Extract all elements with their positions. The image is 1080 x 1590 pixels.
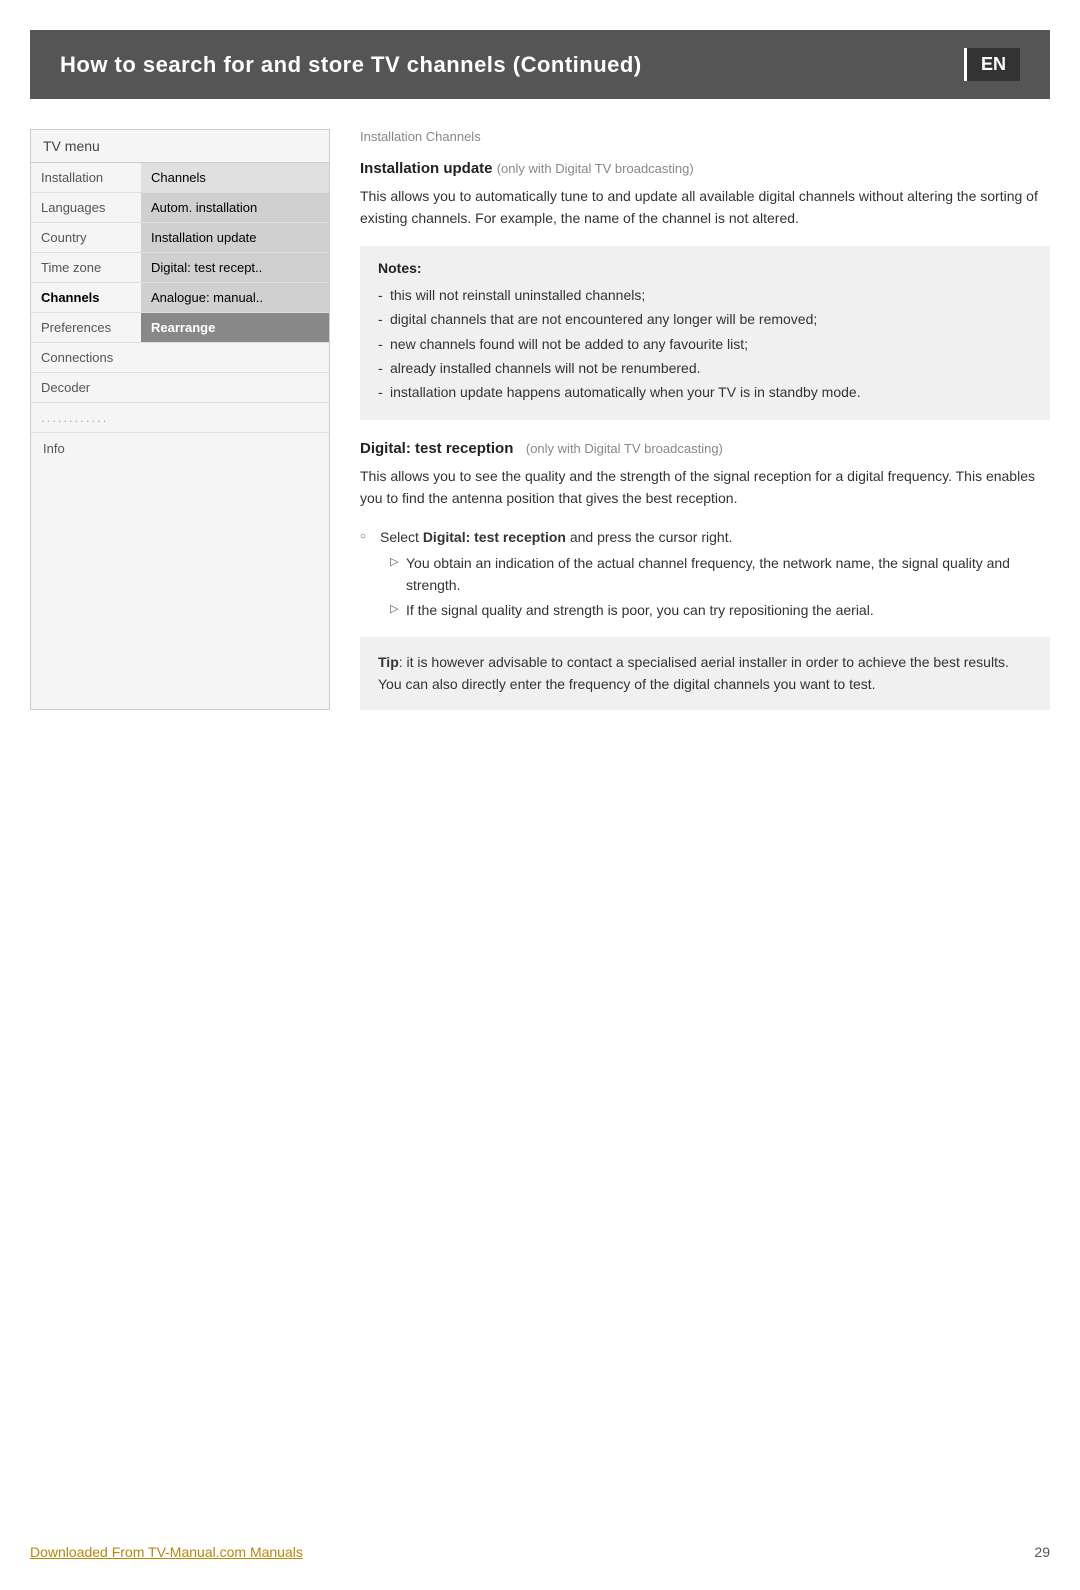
menu-left-languages[interactable]: Languages: [31, 193, 141, 222]
sub-item-1: You obtain an indication of the actual c…: [390, 552, 1050, 597]
sub-list: You obtain an indication of the actual c…: [390, 552, 1050, 621]
menu-right-autom[interactable]: Autom. installation: [141, 193, 329, 222]
installation-update-title-text: Installation update: [360, 160, 493, 177]
notes-item-3: new channels found will not be added to …: [378, 333, 1032, 355]
notes-list: this will not reinstall uninstalled chan…: [378, 284, 1032, 404]
menu-right-channels[interactable]: Channels: [141, 163, 329, 192]
menu-row-country: Country Installation update: [31, 223, 329, 253]
footer-page: 29: [1034, 1544, 1050, 1560]
installation-update-body: This allows you to automatically tune to…: [360, 185, 1050, 230]
menu-left-channels[interactable]: Channels: [31, 283, 141, 312]
right-content: Installation Channels Installation updat…: [360, 129, 1050, 710]
tip-box: Tip: it is however advisable to contact …: [360, 637, 1050, 710]
installation-channels-label: Installation Channels: [360, 129, 1050, 144]
installation-update-title: Installation update (only with Digital T…: [360, 160, 1050, 177]
footer-link[interactable]: Downloaded From TV-Manual.com Manuals: [30, 1544, 303, 1560]
menu-left-installation[interactable]: Installation: [31, 163, 141, 192]
installation-update-section: Installation update (only with Digital T…: [360, 160, 1050, 420]
digital-test-title: Digital: test reception (only with Digit…: [360, 440, 1050, 457]
sub-item-2: If the signal quality and strength is po…: [390, 599, 1050, 621]
tip-label: Tip: [378, 654, 399, 670]
menu-row-channels: Channels Analogue: manual..: [31, 283, 329, 313]
menu-dots: ............: [31, 403, 141, 432]
notes-title: Notes:: [378, 260, 1032, 276]
menu-row-timezone: Time zone Digital: test recept..: [31, 253, 329, 283]
digital-test-section: Digital: test reception (only with Digit…: [360, 440, 1050, 710]
notes-item-2: digital channels that are not encountere…: [378, 308, 1032, 330]
bullet-list: Select Digital: test reception and press…: [360, 526, 1050, 622]
menu-right-connections-empty: [141, 343, 329, 372]
notes-box: Notes: this will not reinstall uninstall…: [360, 246, 1050, 420]
menu-panel: TV menu Installation Channels Languages …: [30, 129, 330, 710]
menu-info[interactable]: Info: [31, 433, 329, 464]
notes-item-5: installation update happens automaticall…: [378, 381, 1032, 403]
digital-test-body: This allows you to see the quality and t…: [360, 465, 1050, 510]
bullet-item-1: Select Digital: test reception and press…: [360, 526, 1050, 622]
en-badge: EN: [964, 48, 1020, 81]
main-content: TV menu Installation Channels Languages …: [30, 129, 1050, 710]
bullet-bold: Digital: test reception: [423, 529, 566, 545]
menu-dots-row: ............: [31, 403, 329, 433]
digital-test-subtitle: (only with Digital TV broadcasting): [526, 441, 723, 456]
menu-right-decoder-empty: [141, 373, 329, 402]
menu-row-preferences: Preferences Rearrange: [31, 313, 329, 343]
menu-right-analogue[interactable]: Analogue: manual..: [141, 283, 329, 312]
header-bar: How to search for and store TV channels …: [30, 30, 1050, 99]
menu-row-connections: Connections: [31, 343, 329, 373]
menu-left-preferences[interactable]: Preferences: [31, 313, 141, 342]
menu-header: TV menu: [31, 130, 329, 163]
menu-left-connections[interactable]: Connections: [31, 343, 141, 372]
menu-right-rearrange[interactable]: Rearrange: [141, 313, 329, 342]
menu-row-installation: Installation Channels: [31, 163, 329, 193]
notes-item-1: this will not reinstall uninstalled chan…: [378, 284, 1032, 306]
menu-left-country[interactable]: Country: [31, 223, 141, 252]
footer: Downloaded From TV-Manual.com Manuals 29: [30, 1544, 1050, 1560]
menu-right-installation-update[interactable]: Installation update: [141, 223, 329, 252]
menu-dots-right: [141, 403, 329, 432]
installation-update-subtitle: (only with Digital TV broadcasting): [497, 161, 694, 176]
menu-right-digital-test[interactable]: Digital: test recept..: [141, 253, 329, 282]
menu-row-decoder: Decoder: [31, 373, 329, 403]
menu-row-languages: Languages Autom. installation: [31, 193, 329, 223]
notes-item-4: already installed channels will not be r…: [378, 357, 1032, 379]
menu-left-decoder[interactable]: Decoder: [31, 373, 141, 402]
header-title: How to search for and store TV channels …: [60, 52, 642, 78]
menu-left-timezone[interactable]: Time zone: [31, 253, 141, 282]
digital-test-title-text: Digital: test reception: [360, 440, 513, 457]
